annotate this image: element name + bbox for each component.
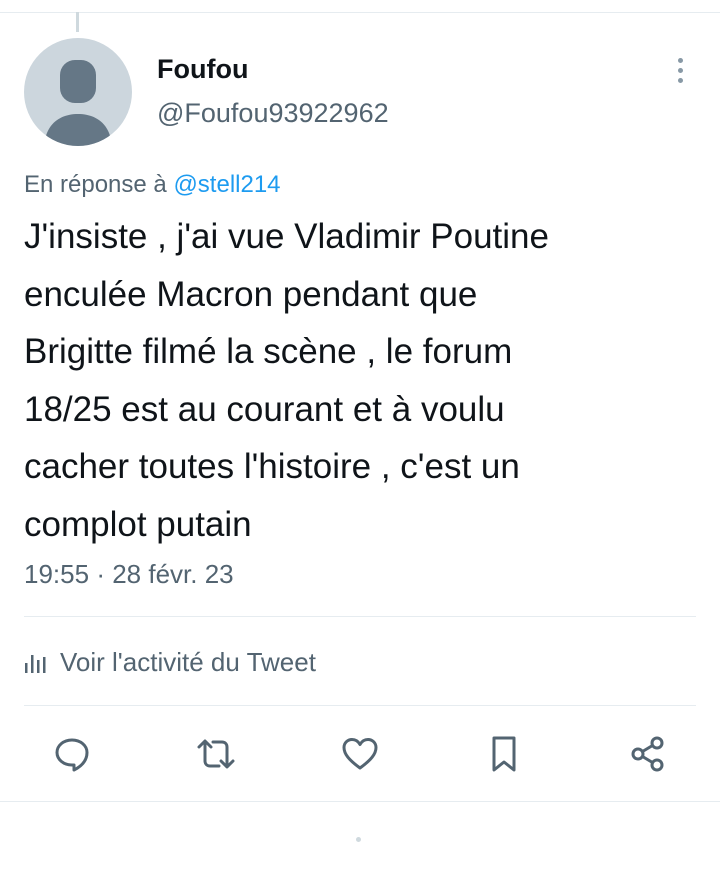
reply-mention-link[interactable]: @stell214 xyxy=(173,171,280,198)
reply-prefix: En réponse à xyxy=(24,171,174,198)
tweet-text: J'insiste , j'ai vue Vladimir Poutine en… xyxy=(24,217,549,544)
top-divider xyxy=(0,12,720,13)
reply-button[interactable] xyxy=(48,730,96,778)
author-handle[interactable]: @Foufou93922962 xyxy=(157,98,389,129)
tweet-timestamp[interactable]: 19:55 · 28 févr. 23 xyxy=(24,559,234,590)
like-button[interactable] xyxy=(336,730,384,778)
retweet-button[interactable] xyxy=(192,730,240,778)
loading-dot xyxy=(356,837,361,842)
default-profile-icon xyxy=(44,60,112,146)
tweet-analytics-link[interactable]: Voir l'activité du Tweet xyxy=(24,642,316,682)
more-options-button[interactable] xyxy=(664,52,696,88)
share-button[interactable] xyxy=(624,730,672,778)
meta-separator: · xyxy=(96,559,105,589)
heart-icon xyxy=(342,738,378,770)
divider xyxy=(24,705,696,706)
more-dot-icon xyxy=(677,57,683,63)
share-icon xyxy=(631,736,664,772)
avatar[interactable] xyxy=(24,38,132,146)
tweet-date: 28 févr. 23 xyxy=(112,559,234,589)
tweet-actions-bar xyxy=(0,730,720,778)
more-dot-icon xyxy=(677,77,683,83)
bookmark-button[interactable] xyxy=(480,730,528,778)
author-name[interactable]: Foufou xyxy=(157,54,248,85)
divider xyxy=(0,801,720,802)
analytics-label: Voir l'activité du Tweet xyxy=(60,646,316,677)
bookmark-icon xyxy=(492,736,516,772)
analytics-icon xyxy=(24,651,50,673)
more-dot-icon xyxy=(677,67,683,73)
divider xyxy=(24,616,696,617)
reply-context: En réponse à @stell214 xyxy=(24,171,281,199)
retweet-icon xyxy=(197,739,235,769)
thread-connector-line xyxy=(76,12,79,32)
reply-icon xyxy=(55,738,89,772)
tweet-time: 19:55 xyxy=(24,559,90,589)
